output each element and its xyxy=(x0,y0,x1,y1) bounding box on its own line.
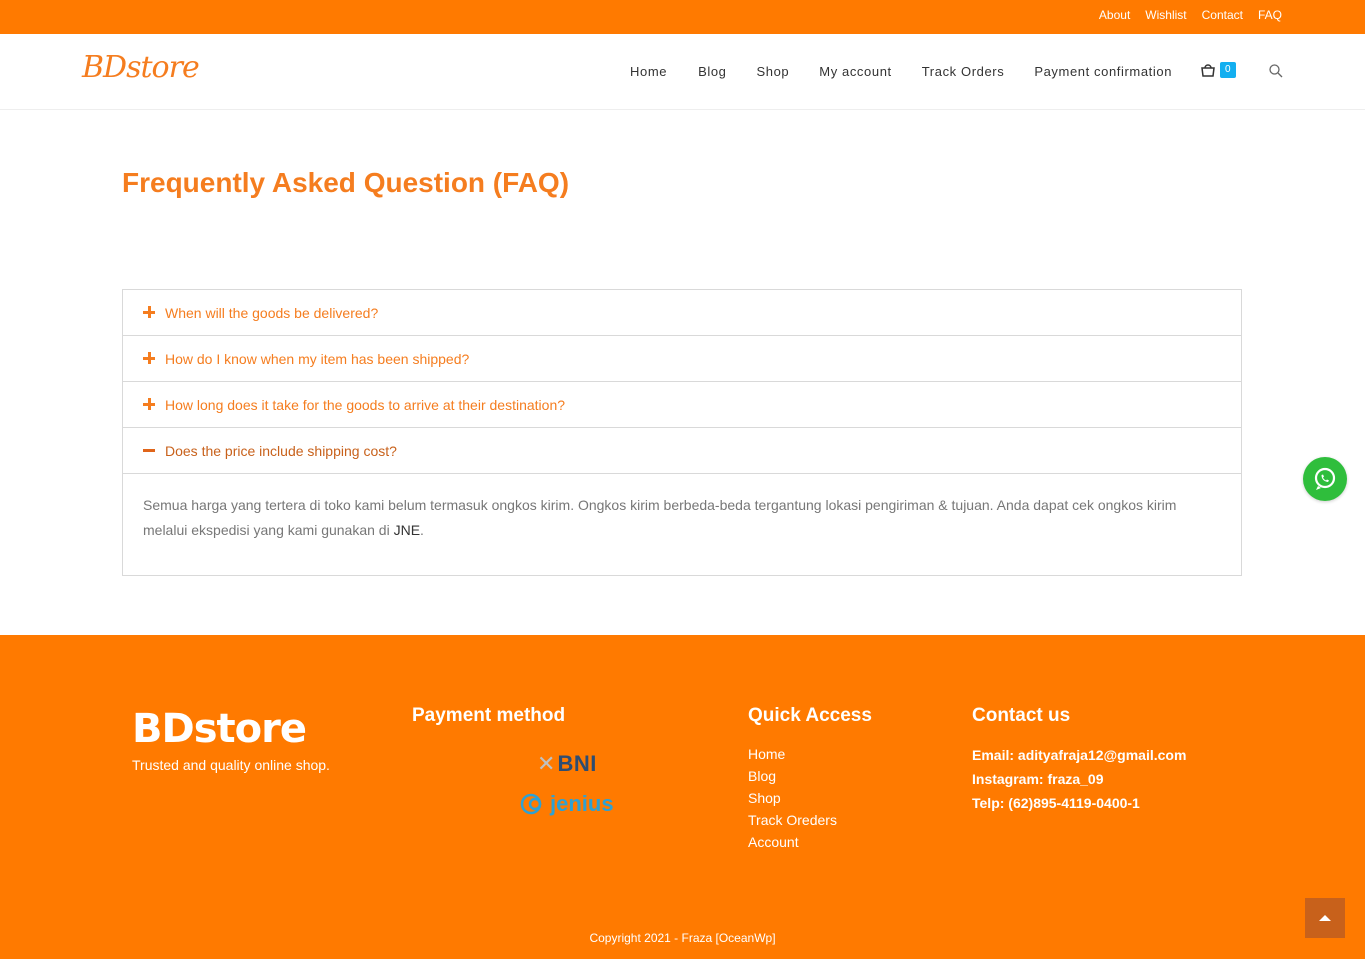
nav-track-orders[interactable]: Track Orders xyxy=(922,64,1005,79)
whatsapp-button[interactable] xyxy=(1303,457,1347,501)
main-nav: Home Blog Shop My account Track Orders P… xyxy=(630,64,1172,79)
faq-accordion: When will the goods be delivered? How do… xyxy=(122,289,1242,576)
footer-logo: BDstore xyxy=(132,706,307,752)
shopping-bag-icon xyxy=(1201,64,1215,77)
bni-mark-icon: ✕ xyxy=(537,751,556,776)
contact-heading: Contact us xyxy=(972,705,1071,726)
plus-icon xyxy=(143,306,157,320)
nav-home[interactable]: Home xyxy=(630,64,667,79)
top-bar: About Wishlist Contact FAQ xyxy=(0,0,1365,34)
nav-blog[interactable]: Blog xyxy=(698,64,726,79)
footer-link-account[interactable]: Account xyxy=(748,831,837,853)
faq-question: When will the goods be delivered? xyxy=(165,304,379,321)
quick-access-links: Home Blog Shop Track Oreders Account xyxy=(748,743,837,853)
faq-question: How long does it take for the goods to a… xyxy=(165,396,566,413)
top-link-about[interactable]: About xyxy=(1099,8,1130,22)
site-logo[interactable]: BDstore xyxy=(82,50,200,85)
contact-instagram: Instagram: fraza_09 xyxy=(972,771,1104,787)
cart-button[interactable]: 0 xyxy=(1200,62,1236,78)
minus-icon xyxy=(143,444,157,458)
contact-email: Email: adityafraja12@gmail.com xyxy=(972,747,1187,763)
footer-tagline: Trusted and quality online shop. xyxy=(132,757,330,773)
search-icon[interactable] xyxy=(1268,63,1284,79)
jenius-logo-text: jenius xyxy=(550,791,614,816)
site-header: BDstore Home Blog Shop My account Track … xyxy=(0,34,1365,110)
contact-phone: Telp: (62)895-4119-0400-1 xyxy=(972,795,1140,811)
chevron-up-icon xyxy=(1319,915,1331,921)
contact-info: Email: adityafraja12@gmail.com Instagram… xyxy=(972,743,1186,815)
bni-logo-text: BNI xyxy=(557,751,597,776)
faq-item[interactable]: When will the goods be delivered? xyxy=(123,290,1241,336)
nav-shop[interactable]: Shop xyxy=(757,64,790,79)
top-link-contact[interactable]: Contact xyxy=(1202,8,1243,22)
cart-count-badge: 0 xyxy=(1220,62,1236,78)
bni-logo: ✕ BNI xyxy=(537,751,597,777)
footer-link-track-orders[interactable]: Track Oreders xyxy=(748,809,837,831)
top-bar-links: About Wishlist Contact FAQ xyxy=(1099,8,1282,22)
faq-item-expanded[interactable]: Does the price include shipping cost? xyxy=(123,428,1241,474)
footer-link-home[interactable]: Home xyxy=(748,743,837,765)
faq-question: Does the price include shipping cost? xyxy=(165,442,397,459)
jenius-logo: jenius xyxy=(520,791,614,817)
faq-answer-end: . xyxy=(420,522,424,538)
site-footer: BDstore Trusted and quality online shop.… xyxy=(0,635,1365,959)
faq-question: How do I know when my item has been ship… xyxy=(165,350,470,367)
faq-answer-text: Semua harga yang tertera di toko kami be… xyxy=(143,497,1177,538)
copyright: Copyright 2021 - Fraza [OceanWp] xyxy=(589,931,776,945)
jne-link[interactable]: JNE xyxy=(394,522,420,538)
nav-payment-confirmation[interactable]: Payment confirmation xyxy=(1034,64,1172,79)
plus-icon xyxy=(143,352,157,366)
whatsapp-icon xyxy=(1314,467,1336,490)
nav-my-account[interactable]: My account xyxy=(819,64,891,79)
jenius-mark-icon xyxy=(520,793,542,815)
footer-link-shop[interactable]: Shop xyxy=(748,787,837,809)
payment-method-heading: Payment method xyxy=(412,705,566,726)
faq-answer: Semua harga yang tertera di toko kami be… xyxy=(123,474,1241,575)
footer-link-blog[interactable]: Blog xyxy=(748,765,837,787)
top-link-wishlist[interactable]: Wishlist xyxy=(1145,8,1186,22)
page-title: Frequently Asked Question (FAQ) xyxy=(122,167,570,198)
quick-access-heading: Quick Access xyxy=(748,705,872,726)
top-link-faq[interactable]: FAQ xyxy=(1258,8,1282,22)
faq-item[interactable]: How do I know when my item has been ship… xyxy=(123,336,1241,382)
faq-item[interactable]: How long does it take for the goods to a… xyxy=(123,382,1241,428)
plus-icon xyxy=(143,398,157,412)
